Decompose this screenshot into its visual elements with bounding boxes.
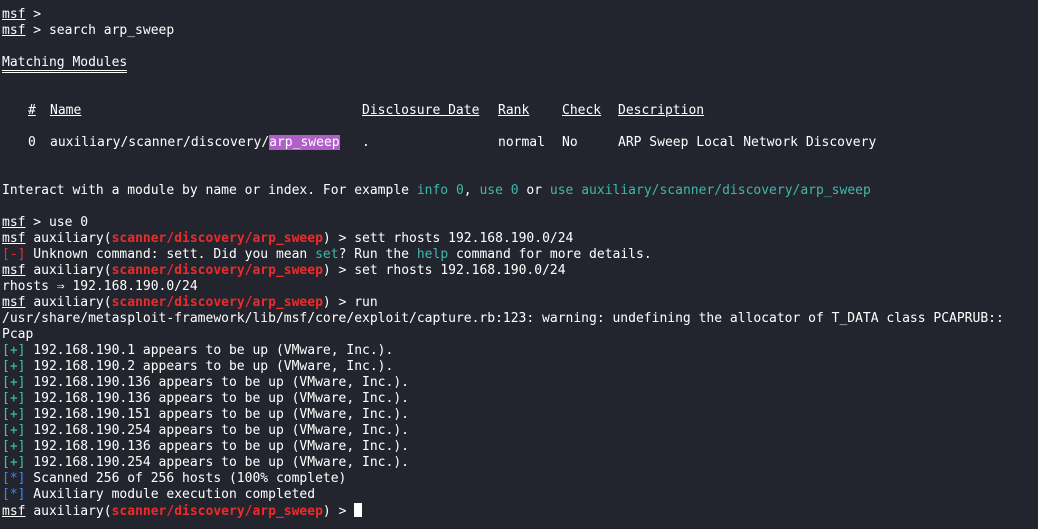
result-line: [+] 192.168.190.136 appears to be up (VM… [2,391,409,406]
msf-prompt: msf [2,504,26,519]
terminal-output[interactable]: msf > msf > search arp_sweep Matching Mo… [0,0,1038,529]
cell-rank: normal [498,135,545,150]
module-name: scanner/discovery/arp_sweep [111,504,323,519]
run-command-line: msf auxiliary(scanner/discovery/arp_swee… [2,295,378,310]
cell-name: auxiliary/scanner/discovery/arp_sweep [50,135,340,150]
set-command-line: msf auxiliary(scanner/discovery/arp_swee… [2,263,566,278]
col-header-rank: Rank [498,103,530,118]
run-command: run [354,295,378,310]
use-command-line: msf > use 0 [2,215,89,230]
warning-line-cont: Pcap [2,327,34,342]
prompt-line: msf > [2,7,49,22]
success-tag: [+] [2,343,26,358]
cell-date: . [362,135,370,150]
hint-cmd-use-path: use auxiliary/scanner/discovery/arp_swee… [549,183,871,198]
success-tag: [+] [2,375,26,390]
table-header-row: # Name Disclosure Date Rank Check Descri… [2,103,1038,119]
module-name: scanner/discovery/arp_sweep [111,263,323,278]
cell-description: ARP Sweep Local Network Discovery [618,135,877,150]
search-command: search arp_sweep [48,23,175,38]
result-line: [+] 192.168.190.136 appears to be up (VM… [2,439,409,454]
msf-prompt: msf [2,263,26,278]
col-header-date: Disclosure Date [362,103,480,118]
result-line: [+] 192.168.190.1 appears to be up (VMwa… [2,343,394,358]
col-header-index: # [28,103,36,118]
matching-modules-title: Matching Modules [2,55,1038,73]
table-row: 0 auxiliary/scanner/discovery/arp_sweep … [2,135,1038,151]
completed-status: [*] Auxiliary module execution completed [2,487,316,502]
warning-line: /usr/share/metasploit-framework/lib/msf/… [2,311,1004,326]
cell-check: No [562,135,578,150]
set-command: set rhosts 192.168.190.0/24 [354,263,566,278]
search-match-highlight: arp_sweep [269,135,340,150]
success-tag: [+] [2,391,26,406]
unknown-command-error: [-] Unknown command: sett. Did you mean … [2,247,652,262]
scanned-status: [*] Scanned 256 of 256 hosts (100% compl… [2,471,347,486]
success-tag: [+] [2,439,26,454]
module-name: scanner/discovery/arp_sweep [111,231,323,246]
success-tag: [+] [2,359,26,374]
sett-command-line: msf auxiliary(scanner/discovery/arp_swee… [2,231,574,246]
hint-cmd-use-index: use 0 [479,183,519,198]
result-line: [+] 192.168.190.2 appears to be up (VMwa… [2,359,394,374]
col-header-name: Name [50,103,82,118]
col-header-description: Description [618,103,705,118]
info-tag: [*] [2,471,26,486]
hint-cmd-info: info 0 [416,183,464,198]
success-tag: [+] [2,407,26,422]
msf-prompt: msf [2,23,26,38]
msf-prompt: msf [2,7,26,22]
result-line: [+] 192.168.190.136 appears to be up (VM… [2,375,409,390]
search-command-line: msf > search arp_sweep [2,23,175,38]
result-line: [+] 192.168.190.254 appears to be up (VM… [2,423,409,438]
result-line: [+] 192.168.190.151 appears to be up (VM… [2,407,409,422]
sett-command: sett rhosts 192.168.190.0/24 [354,231,574,246]
rhosts-output: rhosts ⇒ 192.168.190.0/24 [2,279,198,294]
result-line: [+] 192.168.190.254 appears to be up (VM… [2,455,409,470]
module-name: scanner/discovery/arp_sweep [111,295,323,310]
info-tag: [*] [2,487,26,502]
cell-index: 0 [28,135,36,150]
success-tag: [+] [2,455,26,470]
msf-prompt: msf [2,295,26,310]
success-tag: [+] [2,423,26,438]
text-cursor[interactable] [354,503,363,517]
active-prompt-line[interactable]: msf auxiliary(scanner/discovery/arp_swee… [2,503,1038,519]
interact-hint: Interact with a module by name or index.… [2,183,871,198]
col-header-check: Check [562,103,602,118]
use-command: use 0 [48,215,89,230]
